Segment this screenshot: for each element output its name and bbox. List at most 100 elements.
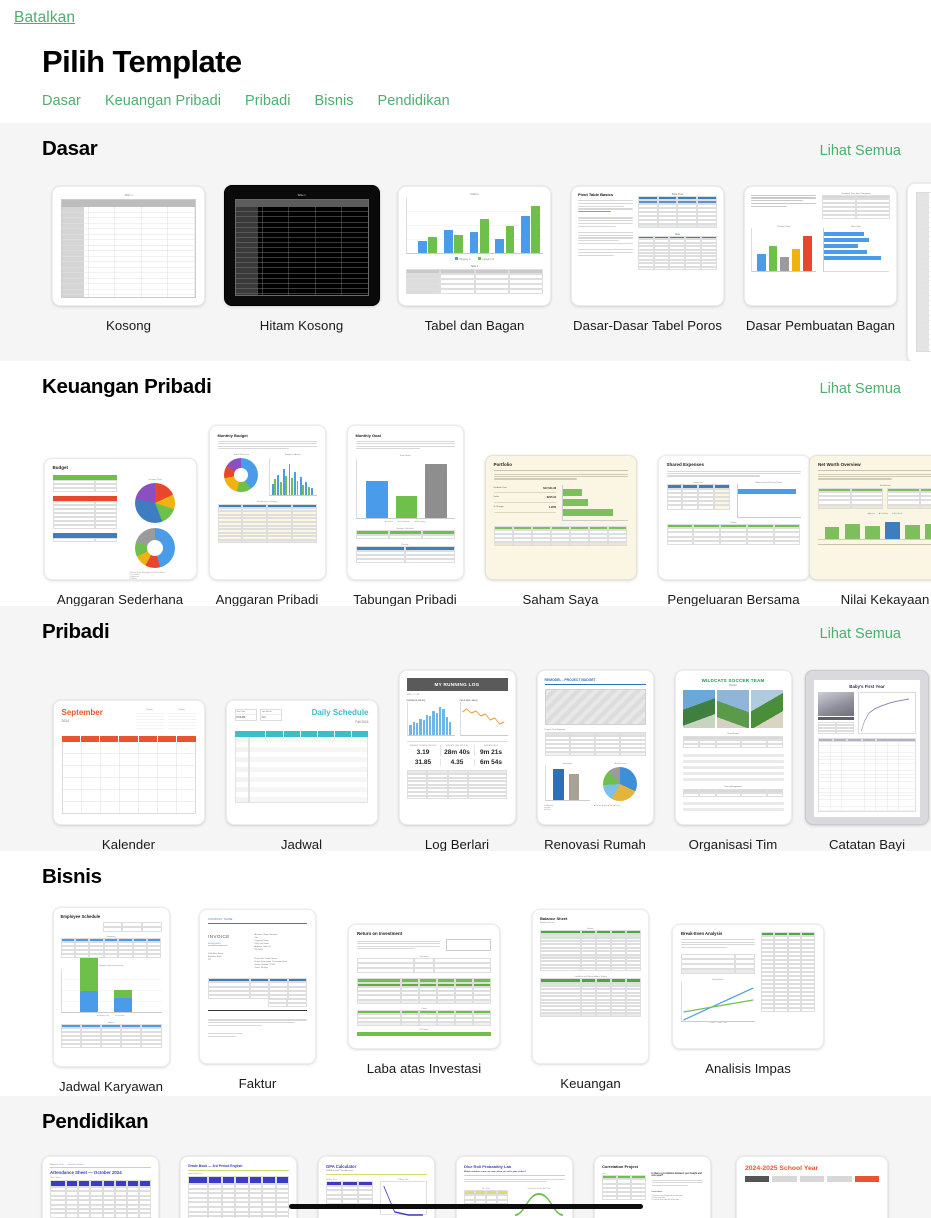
thumb-heading: Employee Schedule <box>60 913 101 919</box>
tab-pribadi[interactable]: Pribadi <box>245 93 291 109</box>
section-title: Bisnis <box>42 865 102 888</box>
template-label: Dasar-Dasar Tabel Poros <box>573 318 722 333</box>
template-label: Anggaran Pribadi <box>215 592 319 607</box>
template-thumbnail-faktur[interactable]: COMPANY NAME INVOICE 555-555-5555 e-mail… <box>199 909 316 1064</box>
thumb-heading: Baby's First Year <box>849 684 885 689</box>
template-cell[interactable]: Monthly Goal Total Saved ■ Current ■ Con… <box>336 425 474 607</box>
template-cell[interactable]: Name of Class — Teacher's Name Attendanc… <box>42 1156 159 1218</box>
template-thumbnail-organisasi-tim[interactable]: WILDCATS SOCCER TEAM Roster Team Roster <box>674 670 792 825</box>
template-thumbnail-jadwal-karyawan[interactable]: Employee Schedule Summary Regular and Ov… <box>52 906 170 1067</box>
template-thumbnail-pengeluaran-bersama[interactable]: Shared Expenses Expenses Amount Spent/Pe… <box>657 455 810 580</box>
template-cell[interactable]: Combine Data Into Categories Column Char… <box>734 186 907 333</box>
template-cell[interactable]: Employee Schedule Summary Regular and Ov… <box>42 906 180 1094</box>
template-thumbnail-grade-book[interactable]: Grade Book — 3rd Period English Grade Su… <box>180 1156 297 1218</box>
template-thumbnail-tabel-dan-bagan[interactable]: Chart 1 Category A Category B Table 1 <box>398 186 551 306</box>
template-cell[interactable]: Net Worth Overview Total Assets ■ Assets… <box>809 455 931 607</box>
template-cell[interactable]: Portfolio Portfolio Cost $17,641.30 Value… <box>474 455 647 607</box>
template-label: Keuangan <box>560 1076 621 1091</box>
template-label: Kalender <box>101 837 156 852</box>
template-thumbnail-keuangan[interactable]: Balance Sheet Business Name Assets Liabi… <box>532 909 649 1064</box>
template-thumbnail-catatan-bayi[interactable]: Baby's First Year <box>805 670 929 825</box>
template-thumbnail-school-year[interactable]: 2024-2025 School Year <box>736 1156 888 1218</box>
template-cell[interactable]: Baby's First Year Catatan Bayi <box>802 670 931 852</box>
template-cell[interactable]: Pivot Table Basics Table Pivot Data Dasa… <box>561 186 734 333</box>
thumb-heading: Dice Roll Probability Lab <box>464 1164 512 1169</box>
template-cell[interactable]: COMPANY NAME INVOICE 555-555-5555 e-mail… <box>180 909 335 1091</box>
template-thumbnail-hitam-kosong[interactable]: Table 1 <box>223 185 380 306</box>
template-thumbnail-analisis-impas[interactable]: Break-Even Analysis Break-Even — Sales —… <box>672 924 824 1049</box>
template-thumbnail-tabungan-pribadi[interactable]: Monthly Goal Total Saved ■ Current ■ Con… <box>346 425 464 580</box>
template-cell[interactable]: Table 1 Hitam Kosong <box>215 185 388 333</box>
tab-keuangan-pribadi[interactable]: Keuangan Pribadi <box>105 93 221 109</box>
template-cell[interactable]: Break-Even Analysis Break-Even — Sales —… <box>668 924 828 1076</box>
template-thumbnail-tabel-poros[interactable]: Pivot Table Basics Table Pivot Data <box>571 186 724 306</box>
template-cell[interactable]: Return on Investment Summary Costs ROI V… <box>335 924 513 1076</box>
see-all-dasar[interactable]: Lihat Semua <box>820 143 901 159</box>
template-label: Tabel dan Bagan <box>424 318 525 333</box>
thumb-heading: REMODEL - PROJECT BUDGET <box>544 678 596 682</box>
thumb-subheading: INVOICE <box>208 934 230 939</box>
template-label: Laba atas Investasi <box>366 1061 482 1076</box>
pace-line-chart <box>461 708 504 725</box>
template-thumbnail-log-berlari[interactable]: MY RUNNING LOG 2025 • 1 - 20 DISTANCE (M… <box>398 670 516 825</box>
thumb-heading: Daily Schedule <box>311 708 369 717</box>
template-thumbnail-anggaran-sederhana[interactable]: Budget Income Chart ▪ Saving Rate Mortga… <box>43 458 197 580</box>
template-cell[interactable]: September 2024 August October Kalender <box>42 700 215 852</box>
thumb-subheading: 2024 <box>61 719 70 723</box>
template-label: Tabungan Pribadi <box>353 592 457 607</box>
thumb-subheading: TERM Grade Point Average <box>326 1170 354 1172</box>
thumb-heading: COMPANY NAME <box>208 918 233 921</box>
template-cell[interactable]: 2024-2025 School Year <box>732 1156 892 1218</box>
template-thumbnail-renovasi-rumah[interactable]: REMODEL - PROJECT BUDGET Project Cost Su… <box>536 670 654 825</box>
tab-dasar[interactable]: Dasar <box>42 93 81 109</box>
template-cell[interactable]: WILDCATS SOCCER TEAM Roster Team Roster <box>664 670 802 852</box>
template-label: Dasar Pembuatan Bagan <box>745 318 896 333</box>
template-row-dasar: Table 1 Kosong Table 1 Hitam Kosong Char… <box>0 161 931 363</box>
thumb-heading: Monthly Goal <box>355 433 381 438</box>
template-cell[interactable]: Monthly Budget Actual Summary Budget vs … <box>198 425 336 607</box>
template-label: Pengeluaran Bersama <box>667 592 800 607</box>
thumb-heading: September <box>61 708 103 717</box>
template-thumbnail-attendance[interactable]: Name of Class — Teacher's Name Attendanc… <box>42 1156 159 1218</box>
template-thumbnail-jadwal[interactable]: Start Time 8:00 AM Time Blocks 1 hr Dail… <box>225 700 378 825</box>
template-label: Nilai Kekayaan <box>840 592 930 607</box>
template-thumbnail-nilai-kekayaan[interactable]: Net Worth Overview Total Assets ■ Assets… <box>809 455 931 580</box>
template-thumbnail-kalender[interactable]: September 2024 August October <box>52 700 205 825</box>
see-all-keuangan-pribadi[interactable]: Lihat Semua <box>820 381 901 397</box>
section-title: Pendidikan <box>42 1110 149 1133</box>
template-label: Jadwal <box>280 837 323 852</box>
template-label: Log Berlari <box>424 837 490 852</box>
template-label: Renovasi Rumah <box>544 837 646 852</box>
see-all-pribadi[interactable]: Lihat Semua <box>820 626 901 642</box>
tab-pendidikan[interactable]: Pendidikan <box>378 93 450 109</box>
template-thumbnail-anggaran-pribadi[interactable]: Monthly Budget Actual Summary Budget vs … <box>208 425 326 580</box>
template-thumbnail-laba-atas-investasi[interactable]: Return on Investment Summary Costs ROI V… <box>348 924 500 1049</box>
template-cell[interactable]: Chart 1 Category A Category B Table 1 Ta… <box>388 186 561 333</box>
home-indicator <box>288 1204 643 1209</box>
template-chooser-screen: Batalkan Pilih Template Dasar Keuangan P… <box>0 0 931 1218</box>
thumb-heading: Budget <box>52 465 69 470</box>
page-title: Pilih Template <box>42 44 242 79</box>
stat-value: 4.35 <box>450 759 464 766</box>
template-cell[interactable]: Shared Expenses Expenses Amount Spent/Pe… <box>647 455 820 607</box>
tab-bisnis[interactable]: Bisnis <box>315 93 354 109</box>
template-thumbnail-kosong[interactable]: Table 1 <box>52 186 205 306</box>
section-header-pribadi: Pribadi Lihat Semua <box>0 606 931 644</box>
template-cell[interactable]: Table 1 Kosong <box>42 186 215 333</box>
category-tabs: Dasar Keuangan Pribadi Pribadi Bisnis Pe… <box>0 80 931 123</box>
section-title: Pribadi <box>42 620 110 643</box>
template-cell-partial[interactable] <box>907 183 931 363</box>
template-cell[interactable]: MY RUNNING LOG 2025 • 1 - 20 DISTANCE (M… <box>388 670 526 852</box>
template-thumbnail-pembuatan-bagan[interactable]: Combine Data Into Categories Column Char… <box>744 186 897 306</box>
template-cell[interactable]: Start Time 8:00 AM Time Blocks 1 hr Dail… <box>215 700 388 852</box>
template-cell[interactable]: REMODEL - PROJECT BUDGET Project Cost Su… <box>526 670 664 852</box>
template-cell[interactable]: Budget Income Chart ▪ Saving Rate Mortga… <box>42 458 198 607</box>
template-thumbnail-saham-saya[interactable]: Portfolio Portfolio Cost $17,641.30 Value… <box>484 455 637 580</box>
section-keuangan-pribadi: Keuangan Pribadi Lihat Semua Budget Inco… <box>0 361 931 607</box>
template-cell[interactable]: Grade Book — 3rd Period English Grade Su… <box>180 1156 297 1218</box>
template-label: Analisis Impas <box>705 1061 791 1076</box>
template-label: Hitam Kosong <box>259 318 344 333</box>
template-thumbnail-partial[interactable] <box>907 183 931 363</box>
template-cell[interactable]: Balance Sheet Business Name Assets Liabi… <box>513 909 668 1091</box>
cancel-button[interactable]: Batalkan <box>0 9 75 27</box>
